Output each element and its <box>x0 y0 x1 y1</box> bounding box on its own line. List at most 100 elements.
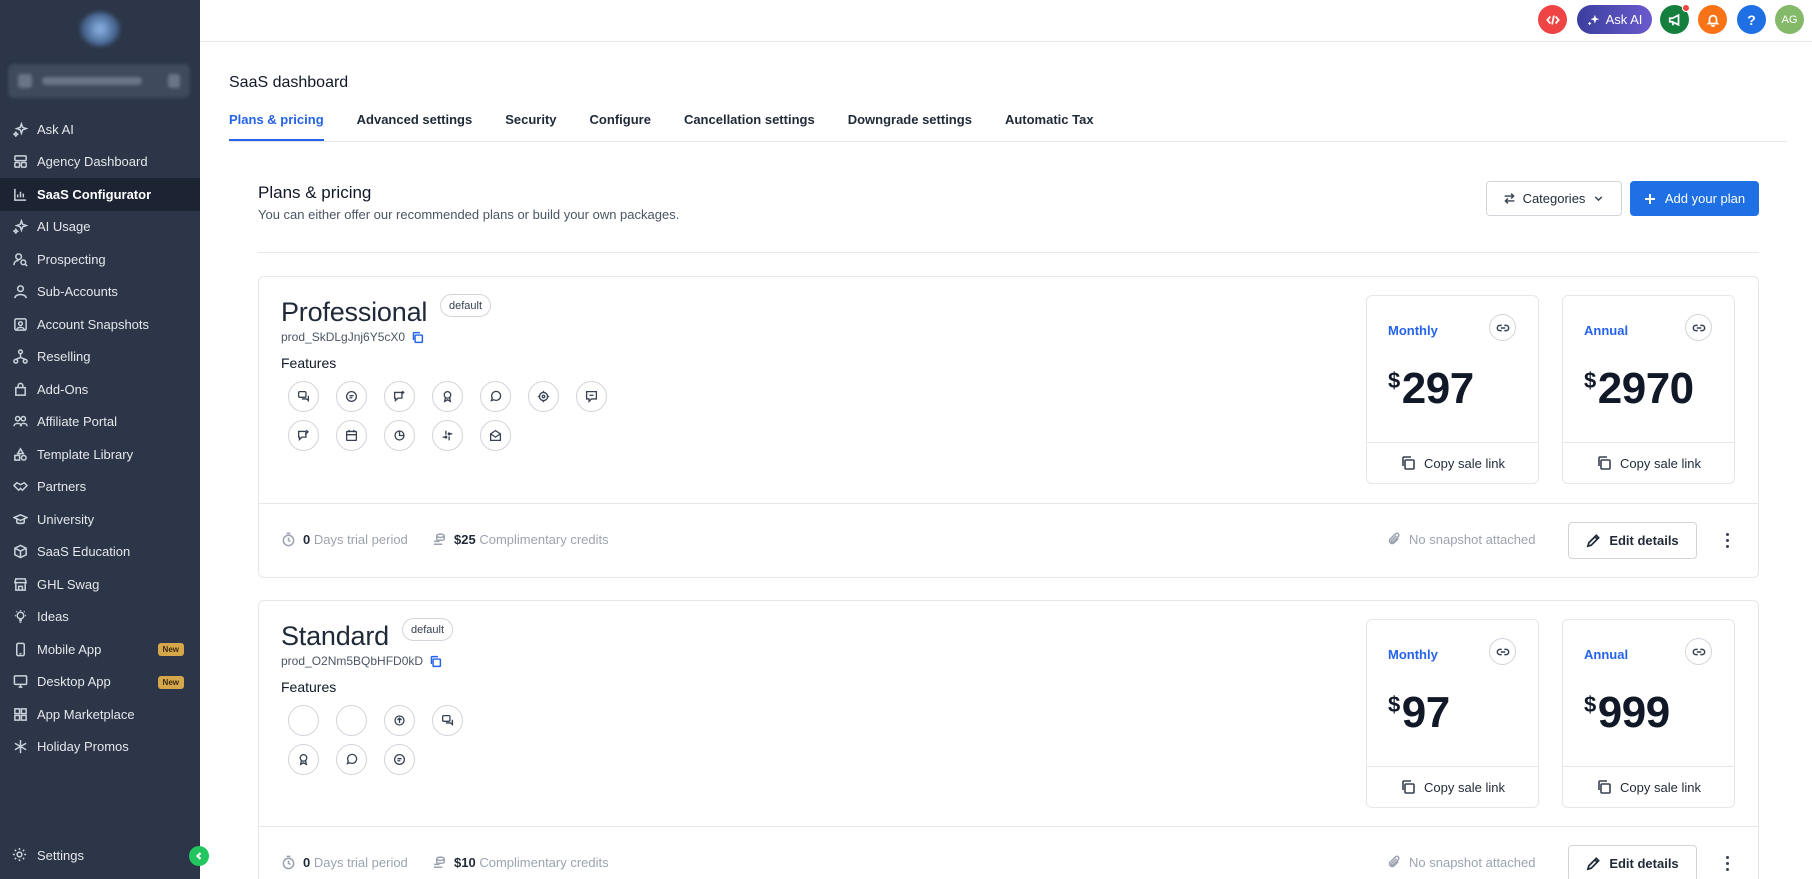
plan-name: Standard <box>281 621 389 651</box>
more-options-icon[interactable] <box>1718 530 1736 550</box>
conversation-icon <box>288 381 319 412</box>
link-button[interactable] <box>1685 314 1712 341</box>
bag-icon <box>12 381 28 397</box>
tab-plans-pricing[interactable]: Plans & pricing <box>229 112 324 141</box>
copy-sale-link-button[interactable]: Copy sale link <box>1367 442 1538 483</box>
plan-id-text: prod_O2Nm5BQbHFD0kD <box>281 654 424 668</box>
features-label: Features <box>281 355 337 371</box>
sidebar-item-sub-accounts[interactable]: Sub-Accounts <box>0 276 200 309</box>
sidebar-item-ideas[interactable]: Ideas <box>0 601 200 634</box>
snapshot-status: No snapshot attached <box>1387 855 1535 870</box>
price-value: 999 <box>1597 688 1670 737</box>
blank-feature-icon <box>336 705 367 736</box>
trial-period: 0 Days trial period <box>281 855 408 870</box>
agency-logo[interactable] <box>80 12 120 46</box>
sidebar-item-account-snapshots[interactable]: Account Snapshots <box>0 308 200 341</box>
features-row <box>288 420 511 451</box>
sidebar-item-label: Holiday Promos <box>37 739 129 755</box>
sidebar-item-mobile-app[interactable]: Mobile App New <box>0 633 200 666</box>
copy-sale-link-button[interactable]: Copy sale link <box>1563 766 1734 807</box>
copy-sale-link-button[interactable]: Copy sale link <box>1563 442 1734 483</box>
bell-icon <box>1706 14 1719 27</box>
sidebar-item-holiday-promos[interactable]: Holiday Promos <box>0 731 200 764</box>
chat-icon <box>336 381 367 412</box>
copy-icon[interactable] <box>411 331 424 344</box>
sidebar-item-prospecting[interactable]: Prospecting <box>0 243 200 276</box>
sidebar-item-partners[interactable]: Partners <box>0 471 200 504</box>
chevron-down-icon <box>1595 196 1603 202</box>
review-icon <box>576 381 607 412</box>
copy-sale-link-label: Copy sale link <box>1620 455 1701 471</box>
announcements-button[interactable] <box>1660 4 1690 34</box>
email-icon <box>480 420 511 451</box>
message-plus-icon <box>384 381 415 412</box>
sidebar-item-agency-dashboard[interactable]: Agency Dashboard <box>0 146 200 179</box>
plan-card-professional: Professional default prod_SkDLgJnj6Y5cX0… <box>258 276 1759 578</box>
sidebar-item-saas-configurator[interactable]: SaaS Configurator <box>0 178 200 211</box>
sidebar-item-reselling[interactable]: Reselling <box>0 341 200 374</box>
avatar[interactable]: AG <box>1775 5 1804 34</box>
notifications-button[interactable] <box>1698 5 1727 34</box>
sidebar-item-add-ons[interactable]: Add-Ons <box>0 373 200 406</box>
sidebar-item-ai-usage[interactable]: AI Usage <box>0 211 200 244</box>
more-options-icon[interactable] <box>1718 853 1736 873</box>
copy-icon <box>1598 456 1611 470</box>
add-plan-button[interactable]: Add your plan <box>1630 181 1759 216</box>
analytics-icon <box>384 420 415 451</box>
sidebar-item-label: AI Usage <box>37 219 91 235</box>
code-button[interactable] <box>1538 5 1567 34</box>
shapes-icon <box>12 446 28 462</box>
sidebar-item-app-marketplace[interactable]: App Marketplace <box>0 698 200 731</box>
tab-configure[interactable]: Configure <box>590 112 651 141</box>
sidebar-item-affiliate-portal[interactable]: Affiliate Portal <box>0 406 200 439</box>
sidebar-item-desktop-app[interactable]: Desktop App New <box>0 666 200 699</box>
ask-ai-label: Ask AI <box>1605 12 1643 27</box>
collapse-sidebar-button[interactable] <box>189 846 209 866</box>
copy-sale-link-label: Copy sale link <box>1620 779 1701 795</box>
credits-label: Complimentary credits <box>479 532 609 547</box>
link-button[interactable] <box>1489 314 1516 341</box>
mobile-icon <box>12 641 28 657</box>
sidebar-item-label: App Marketplace <box>37 706 135 722</box>
tab-automatic-tax[interactable]: Automatic Tax <box>1005 112 1094 141</box>
copy-icon[interactable] <box>429 655 442 668</box>
gear-icon <box>12 847 28 863</box>
annual-price-box: Annual $999 Copy sale link <box>1562 619 1735 808</box>
trial-days: 0 <box>303 855 311 870</box>
store-icon <box>12 576 28 592</box>
notification-dot <box>1682 4 1690 12</box>
target-icon <box>528 381 559 412</box>
link-button[interactable] <box>1489 638 1516 665</box>
award-icon <box>432 381 463 412</box>
plan-footer: 0 Days trial period $10 Complimentary cr… <box>259 826 1758 879</box>
sidebar-item-ghl-swag[interactable]: GHL Swag <box>0 568 200 601</box>
sidebar-item-template-library[interactable]: Template Library <box>0 438 200 471</box>
paperclip-icon <box>1388 855 1400 868</box>
sidebar-item-label: Template Library <box>37 446 134 462</box>
sidebar-item-ask-ai[interactable]: Ask AI <box>0 113 200 146</box>
tab-security[interactable]: Security <box>505 112 556 141</box>
tab-downgrade-settings[interactable]: Downgrade settings <box>848 112 972 141</box>
link-button[interactable] <box>1685 638 1712 665</box>
ask-ai-button[interactable]: Ask AI <box>1577 5 1652 34</box>
paperclip-icon <box>1388 532 1400 545</box>
sidebar-item-saas-education[interactable]: SaaS Education <box>0 536 200 569</box>
plan-name: Professional <box>281 297 428 327</box>
complimentary-credits: $10 Complimentary credits <box>432 855 609 870</box>
annual-price: $2970 <box>1584 364 1694 414</box>
chart-icon <box>12 186 28 202</box>
edit-details-button[interactable]: Edit details <box>1568 845 1697 879</box>
message-circle-icon <box>480 381 511 412</box>
copy-sale-link-button[interactable]: Copy sale link <box>1367 766 1538 807</box>
categories-button[interactable]: Categories <box>1486 181 1622 216</box>
account-switcher[interactable] <box>8 64 190 98</box>
sidebar-item-university[interactable]: University <box>0 503 200 536</box>
tab-advanced-settings[interactable]: Advanced settings <box>357 112 473 141</box>
dashboard-icon <box>12 154 28 170</box>
credits-amount: $25 <box>454 532 476 547</box>
sidebar-item-settings[interactable]: Settings <box>0 839 200 871</box>
tab-cancellation-settings[interactable]: Cancellation settings <box>684 112 815 141</box>
edit-details-button[interactable]: Edit details <box>1568 522 1697 559</box>
help-button[interactable]: ? <box>1737 5 1766 34</box>
annual-price-box: Annual $2970 Copy sale link <box>1562 295 1735 484</box>
